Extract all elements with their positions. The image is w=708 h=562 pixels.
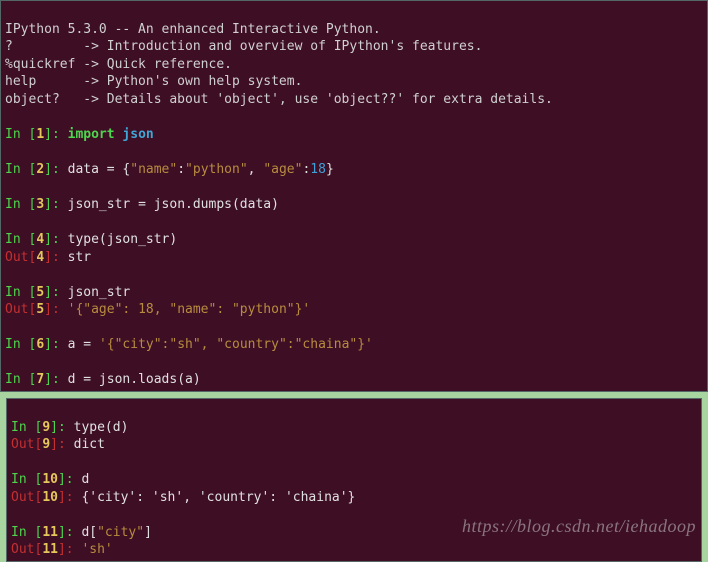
ipython-terminal-2[interactable]: In [9]: type(d) Out[9]: dict In [10]: d … [6,398,702,562]
prompt-close: ] [44,232,52,247]
code: d[ [81,525,97,540]
output: dict [74,437,105,452]
in-prompt: In [ [11,420,42,435]
prompt-colon: : [52,127,68,142]
output-string: 'sh' [81,542,112,557]
prompt-colon: : [52,250,68,265]
prompt-num: 6 [36,337,44,352]
prompt-num: 11 [42,525,58,540]
in-prompt: In [ [11,525,42,540]
prompt-num: 9 [42,437,50,452]
code: d = json.loads(a) [68,372,201,387]
in-prompt: In [ [5,162,36,177]
prompt-num: 10 [42,472,58,487]
code: : [177,162,185,177]
in-prompt: In [ [5,337,36,352]
prompt-num: 11 [42,542,58,557]
out-prompt: Out[ [5,302,36,317]
keyword-import: import [68,127,115,142]
ipython-terminal-1[interactable]: IPython 5.3.0 -- An enhanced Interactive… [0,0,708,392]
prompt-close: ] [44,250,52,265]
code: type(json_str) [68,232,178,247]
prompt-close: ] [44,337,52,352]
number: 18 [310,162,326,177]
prompt-num: 9 [42,420,50,435]
in-prompt: In [ [5,285,36,300]
prompt-num: 10 [42,490,58,505]
code: json_str = json.dumps(data) [68,197,279,212]
prompt-colon: : [66,472,82,487]
out-prompt: Out[ [5,250,36,265]
output: {'city': 'sh', 'country': 'chaina'} [81,490,355,505]
code: type(d) [74,420,129,435]
prompt-close: ] [58,472,66,487]
in-prompt: In [ [5,232,36,247]
prompt-close: ] [50,437,58,452]
prompt-colon: : [52,337,68,352]
prompt-num: 1 [36,127,44,142]
prompt-close: ] [58,525,66,540]
prompt-num: 4 [36,250,44,265]
prompt-close: ] [58,490,66,505]
code: a = [68,337,99,352]
prompt-colon: : [66,542,82,557]
string: "python" [185,162,248,177]
prompt-colon: : [52,197,68,212]
header-line: ? -> Introduction and overview of IPytho… [5,39,482,54]
out-prompt: Out[ [11,542,42,557]
prompt-num: 4 [36,232,44,247]
in-prompt: In [ [5,197,36,212]
output-string: '{"age": 18, "name": "python"}' [68,302,311,317]
code: , [248,162,264,177]
prompt-close: ] [50,420,58,435]
string: "age" [263,162,302,177]
prompt-close: ] [44,127,52,142]
in-prompt: In [ [5,372,36,387]
header-line: %quickref -> Quick reference. [5,57,232,72]
prompt-close: ] [58,542,66,557]
prompt-num: 5 [36,302,44,317]
code: d [81,472,89,487]
string: '{"city":"sh", "country":"chaina"}' [99,337,373,352]
prompt-colon: : [52,232,68,247]
output: str [68,250,91,265]
prompt-colon: : [66,490,82,505]
prompt-colon: : [52,162,68,177]
code: ] [144,525,152,540]
code: data = { [68,162,131,177]
prompt-colon: : [66,525,82,540]
out-prompt: Out[ [11,490,42,505]
prompt-close: ] [44,302,52,317]
prompt-num: 7 [36,372,44,387]
prompt-colon: : [58,420,74,435]
prompt-colon: : [52,302,68,317]
prompt-colon: : [52,285,68,300]
prompt-colon: : [52,372,68,387]
module-json: json [122,127,153,142]
header-line: help -> Python's own help system. [5,74,302,89]
prompt-close: ] [44,162,52,177]
prompt-num: 3 [36,197,44,212]
prompt-num: 2 [36,162,44,177]
string: "name" [130,162,177,177]
header-line: IPython 5.3.0 -- An enhanced Interactive… [5,22,381,37]
in-prompt: In [ [11,472,42,487]
prompt-num: 5 [36,285,44,300]
prompt-close: ] [44,372,52,387]
prompt-close: ] [44,197,52,212]
code: } [326,162,334,177]
prompt-close: ] [44,285,52,300]
out-prompt: Out[ [11,437,42,452]
string: "city" [97,525,144,540]
prompt-colon: : [58,437,74,452]
code: json_str [68,285,131,300]
in-prompt: In [ [5,127,36,142]
header-line: object? -> Details about 'object', use '… [5,92,553,107]
